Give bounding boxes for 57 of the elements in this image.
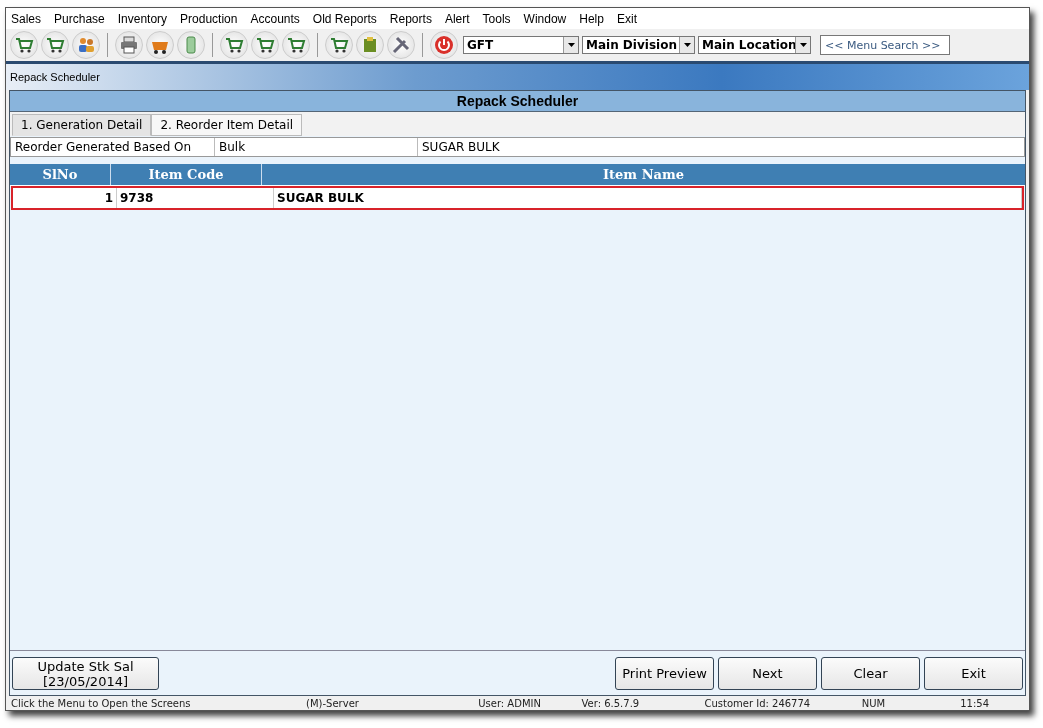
menu-item[interactable]: Old Reports xyxy=(312,11,377,26)
form-title: Repack Scheduler xyxy=(10,91,1025,112)
dropdown[interactable]: Main Location xyxy=(698,36,811,54)
menu-item[interactable]: Sales xyxy=(11,11,42,26)
action-button[interactable]: Exit xyxy=(924,657,1023,690)
table-cell: SUGAR BULK xyxy=(274,188,1022,208)
menu-item[interactable]: Window xyxy=(523,11,567,26)
status-text: Click the Menu to Open the Screens xyxy=(11,697,192,709)
basis-value: Bulk xyxy=(215,138,418,156)
status-text: 11:54 xyxy=(960,697,990,709)
menu-item[interactable]: Exit xyxy=(616,11,637,26)
table-row[interactable]: 1 9738 SUGAR BULK xyxy=(11,186,1024,210)
menu-item[interactable]: Tools xyxy=(482,11,511,26)
cart-icon[interactable] xyxy=(220,31,248,59)
basis-item: SUGAR BULK xyxy=(421,139,501,156)
status-text: (M)-Server xyxy=(306,697,360,709)
status-text: NUM xyxy=(861,697,887,709)
menu-item[interactable]: Production xyxy=(180,11,238,26)
status-text: Customer Id: 246774 xyxy=(704,697,812,709)
dropdown-arrow-icon xyxy=(683,43,691,47)
dropdown[interactable]: GFT xyxy=(463,36,579,54)
table-cell: 9738 xyxy=(117,188,274,208)
menu-item[interactable]: Reports xyxy=(389,11,432,26)
cart-icon[interactable] xyxy=(282,31,310,59)
column-header: SlNo xyxy=(10,164,111,185)
menu-item[interactable]: Accounts xyxy=(250,11,300,26)
power-icon[interactable] xyxy=(430,31,458,59)
cart-icon[interactable] xyxy=(325,31,353,59)
action-button[interactable]: Clear xyxy=(821,657,920,690)
cart-icon[interactable] xyxy=(10,31,38,59)
menu-search-field[interactable]: << Menu Search >> xyxy=(820,35,950,55)
action-button[interactable]: Next xyxy=(718,657,817,690)
column-header: Item Code xyxy=(111,164,262,185)
menu-item[interactable]: Alert xyxy=(444,11,470,26)
tab[interactable]: 2. Reorder Item Detail xyxy=(151,114,303,136)
printer-icon[interactable] xyxy=(115,31,143,59)
dropdown[interactable]: Main Division xyxy=(582,36,695,54)
status-text: Ver: 6.5.7.9 xyxy=(581,697,641,709)
box-icon[interactable] xyxy=(356,31,384,59)
people-icon[interactable] xyxy=(72,31,100,59)
menu-item[interactable]: Purchase xyxy=(54,11,105,26)
basket-icon[interactable] xyxy=(146,31,174,59)
dropdown-arrow-icon xyxy=(799,43,807,47)
cart-icon[interactable] xyxy=(41,31,69,59)
update-stock-button[interactable]: Update Stk Sal [23/05/2014] xyxy=(12,657,159,690)
basis-label: Reorder Generated Based On xyxy=(11,138,215,156)
status-text: User: ADMIN xyxy=(478,697,542,709)
menu-item[interactable]: Help xyxy=(579,11,604,26)
window-title: Repack Scheduler xyxy=(10,71,100,83)
menu-item[interactable]: Inventory xyxy=(117,11,168,26)
action-button[interactable]: Print Preview xyxy=(615,657,714,690)
tools-icon[interactable] xyxy=(387,31,415,59)
dropdown-arrow-icon xyxy=(567,43,575,47)
tab[interactable]: 1. Generation Detail xyxy=(12,114,152,136)
column-header: Item Name xyxy=(602,166,685,184)
cart-icon[interactable] xyxy=(251,31,279,59)
table-cell: 1 xyxy=(13,188,117,208)
